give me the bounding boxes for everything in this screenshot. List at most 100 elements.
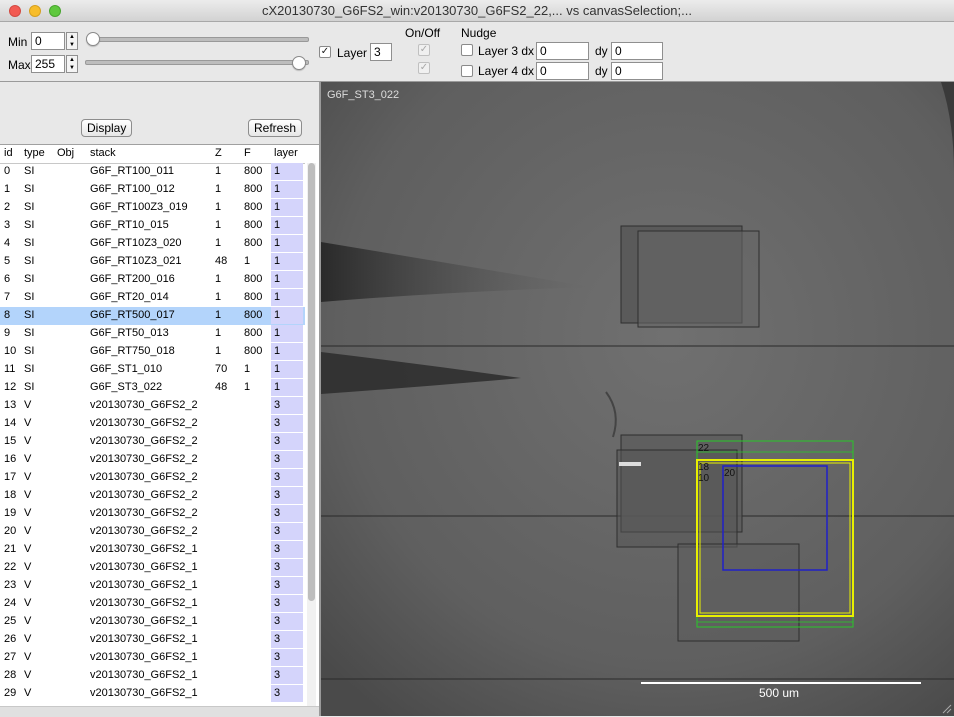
- table-row[interactable]: 20 Vv20130730_G6FS2_2 3: [0, 523, 305, 541]
- stack-frame-upper-2[interactable]: [637, 230, 760, 328]
- cell-layer[interactable]: 1: [271, 325, 303, 342]
- cell-id: 8: [4, 309, 11, 321]
- cell-layer[interactable]: 1: [271, 217, 303, 234]
- column-header-f[interactable]: F: [244, 147, 251, 159]
- column-header-layer[interactable]: layer: [274, 147, 298, 159]
- max-slider-track[interactable]: [85, 60, 309, 65]
- cell-layer[interactable]: 3: [271, 577, 303, 594]
- cell-id: 0: [4, 165, 11, 177]
- table-row[interactable]: 13 Vv20130730_G6FS2_2 3: [0, 397, 305, 415]
- resize-grip-icon[interactable]: [940, 702, 952, 714]
- max-stepper[interactable]: ▲ ▼: [66, 55, 78, 73]
- table-row[interactable]: 27 Vv20130730_G6FS2_1 3: [0, 649, 305, 667]
- cell-layer[interactable]: 3: [271, 685, 303, 702]
- cell-layer[interactable]: 3: [271, 631, 303, 648]
- layer4-dx-field[interactable]: 0: [536, 62, 589, 80]
- layer3-dx-field[interactable]: 0: [536, 42, 589, 60]
- cell-layer[interactable]: 3: [271, 415, 303, 432]
- table-row[interactable]: 16 Vv20130730_G6FS2_2 3: [0, 451, 305, 469]
- cell-layer[interactable]: 3: [271, 541, 303, 558]
- cell-layer[interactable]: 3: [271, 451, 303, 468]
- cell-layer[interactable]: 3: [271, 505, 303, 522]
- table-row[interactable]: 9 SI G6F_RT50_013 1 800 1: [0, 325, 305, 343]
- column-header-stack[interactable]: stack: [90, 147, 116, 159]
- cell-layer-value: 3: [274, 471, 281, 483]
- column-header-type[interactable]: type: [24, 147, 45, 159]
- table-row[interactable]: 3 SI G6F_RT10_015 1 800 1: [0, 217, 305, 235]
- table-row[interactable]: 11 SI G6F_ST1_010 70 1 1: [0, 361, 305, 379]
- table-row[interactable]: 25 Vv20130730_G6FS2_1 3: [0, 613, 305, 631]
- cell-layer[interactable]: 3: [271, 649, 303, 666]
- cell-layer[interactable]: 3: [271, 559, 303, 576]
- column-header-obj[interactable]: Obj: [57, 147, 74, 159]
- cell-layer[interactable]: 3: [271, 667, 303, 684]
- table-row[interactable]: 24 Vv20130730_G6FS2_1 3: [0, 595, 305, 613]
- table-row[interactable]: 7 SI G6F_RT20_014 1 800 1: [0, 289, 305, 307]
- cell-layer[interactable]: 1: [271, 271, 303, 288]
- cell-type: V: [24, 579, 32, 591]
- table-row[interactable]: 23 Vv20130730_G6FS2_1 3: [0, 577, 305, 595]
- cell-layer[interactable]: 1: [271, 163, 303, 180]
- cell-layer[interactable]: 1: [271, 289, 303, 306]
- table-row[interactable]: 6 SI G6F_RT200_016 1 800 1: [0, 271, 305, 289]
- cell-layer[interactable]: 3: [271, 595, 303, 612]
- min-value-field[interactable]: 0: [31, 32, 65, 50]
- max-value-field[interactable]: 255: [31, 55, 65, 73]
- column-header-z[interactable]: Z: [215, 147, 222, 159]
- table-row[interactable]: 29 Vv20130730_G6FS2_1 3: [0, 685, 305, 703]
- table-horizontal-scrollbar[interactable]: [0, 706, 320, 717]
- min-slider-track[interactable]: [91, 37, 309, 42]
- layer3-dy-field[interactable]: 0: [611, 42, 663, 60]
- table-row[interactable]: 21 Vv20130730_G6FS2_1 3: [0, 541, 305, 559]
- table-row[interactable]: 0 SI G6F_RT100_011 1 800 1: [0, 163, 305, 181]
- layer4-nudge-checkbox[interactable]: [461, 65, 473, 77]
- table-row[interactable]: 2 SI G6F_RT100Z3_019 1 800 1: [0, 199, 305, 217]
- cell-layer[interactable]: 3: [271, 433, 303, 450]
- min-slider-knob[interactable]: [86, 32, 100, 46]
- table-row[interactable]: 15 Vv20130730_G6FS2_2 3: [0, 433, 305, 451]
- table-row[interactable]: 19 Vv20130730_G6FS2_2 3: [0, 505, 305, 523]
- table-row[interactable]: 12 SI G6F_ST3_022 48 1 1: [0, 379, 305, 397]
- table-vertical-scrollbar[interactable]: [307, 163, 316, 707]
- cell-layer[interactable]: 3: [271, 469, 303, 486]
- onoff-label: On/Off: [405, 26, 441, 40]
- cell-layer[interactable]: 1: [271, 361, 303, 378]
- image-canvas[interactable]: 22 18 10 20 G6F_ST3_022 500 um: [321, 82, 954, 716]
- cell-layer[interactable]: 1: [271, 199, 303, 216]
- table-row[interactable]: 4 SI G6F_RT10Z3_020 1 800 1: [0, 235, 305, 253]
- window-title: cX20130730_G6FS2_win:v20130730_G6FS2_22,…: [261, 3, 692, 18]
- cell-layer[interactable]: 1: [271, 379, 303, 396]
- table-row[interactable]: 18 Vv20130730_G6FS2_2 3: [0, 487, 305, 505]
- cell-stack: v20130730_G6FS2_1: [90, 615, 198, 627]
- table-row[interactable]: 14 Vv20130730_G6FS2_2 3: [0, 415, 305, 433]
- cell-layer[interactable]: 3: [271, 397, 303, 414]
- table-row[interactable]: 1 SI G6F_RT100_012 1 800 1: [0, 181, 305, 199]
- layer4-dy-field[interactable]: 0: [611, 62, 663, 80]
- cell-layer[interactable]: 3: [271, 613, 303, 630]
- table-scroll-thumb[interactable]: [308, 163, 315, 601]
- cell-layer[interactable]: 1: [271, 253, 303, 270]
- table-row[interactable]: 17 Vv20130730_G6FS2_2 3: [0, 469, 305, 487]
- cell-layer[interactable]: 1: [271, 181, 303, 198]
- cell-layer[interactable]: 1: [271, 307, 303, 324]
- cell-layer[interactable]: 1: [271, 343, 303, 360]
- layer4-onoff-checkbox[interactable]: ✓: [418, 62, 430, 74]
- layer-number-field[interactable]: 3: [370, 43, 392, 61]
- layer3-nudge-checkbox[interactable]: [461, 44, 473, 56]
- table-row[interactable]: 5 SI G6F_RT10Z3_021 48 1 1: [0, 253, 305, 271]
- layer3-onoff-checkbox[interactable]: ✓: [418, 44, 430, 56]
- cell-layer[interactable]: 1: [271, 235, 303, 252]
- table-row[interactable]: 10 SI G6F_RT750_018 1 800 1: [0, 343, 305, 361]
- cell-layer[interactable]: 3: [271, 523, 303, 540]
- table-row[interactable]: 26 Vv20130730_G6FS2_1 3: [0, 631, 305, 649]
- layer-checkbox[interactable]: ✓: [319, 46, 331, 58]
- table-row[interactable]: 28 Vv20130730_G6FS2_1 3: [0, 667, 305, 685]
- min-stepper[interactable]: ▲ ▼: [66, 32, 78, 50]
- max-slider-knob[interactable]: [292, 56, 306, 70]
- refresh-button[interactable]: Refresh: [248, 119, 303, 137]
- display-button[interactable]: Display: [81, 119, 133, 137]
- cell-layer[interactable]: 3: [271, 487, 303, 504]
- column-header-id[interactable]: id: [4, 147, 18, 159]
- table-row[interactable]: 22 Vv20130730_G6FS2_1 3: [0, 559, 305, 577]
- table-row[interactable]: 8 SI G6F_RT500_017 1 800 1: [0, 307, 305, 325]
